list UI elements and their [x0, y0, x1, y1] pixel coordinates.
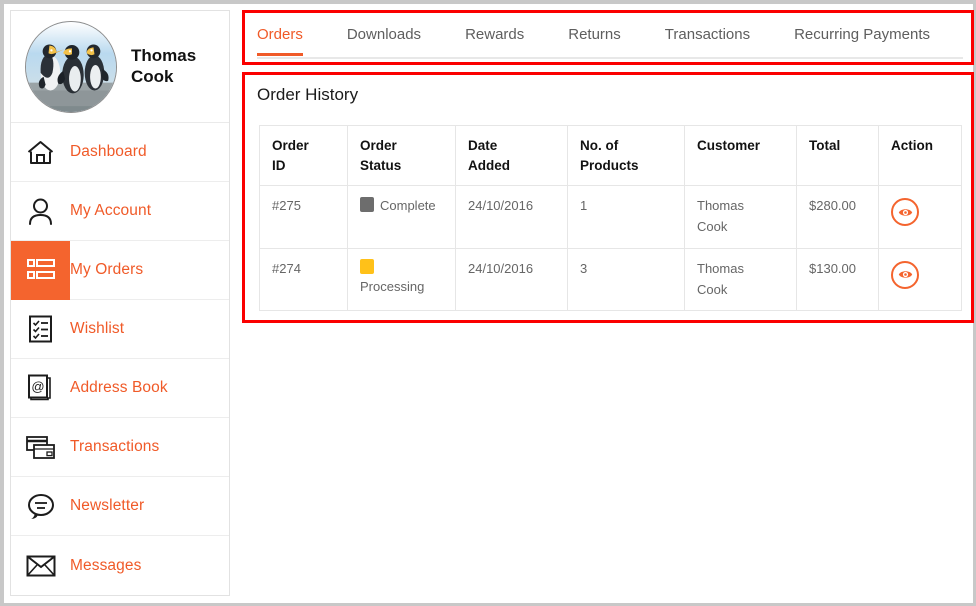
- sidebar-item-my-orders[interactable]: My Orders: [11, 240, 229, 300]
- page-title: Order History: [257, 85, 359, 104]
- envelope-icon: [11, 536, 70, 595]
- header-line-2: ID: [272, 157, 286, 173]
- sidebar-item-label: Dashboard: [70, 143, 147, 160]
- sidebar-item-label: Messages: [70, 556, 142, 574]
- table-row: #275 Complete 24/10/2016 1 Thomas Cook $…: [259, 185, 962, 249]
- column-header-order-id: Order ID: [259, 124, 348, 187]
- status-label: Processing: [360, 278, 425, 294]
- checklist-icon: [11, 300, 70, 359]
- user-icon: [11, 182, 70, 241]
- header-line-2: Status: [360, 157, 402, 173]
- status-label: Complete: [380, 198, 436, 214]
- tab-label: Downloads: [346, 26, 422, 43]
- header-line-2: Added: [468, 157, 510, 173]
- sidebar-item-label: Wishlist: [70, 320, 125, 337]
- tab-label: Rewards: [465, 26, 525, 43]
- cell-date-added: 24/10/2016: [455, 247, 568, 312]
- cell-date-added: 24/10/2016: [455, 185, 568, 249]
- svg-text:@: @: [31, 379, 44, 394]
- credit-cards-icon: [11, 418, 70, 477]
- cell-no-of-products: 1: [567, 185, 685, 249]
- sidebar-item-label: Transactions: [70, 438, 160, 455]
- profile-name: Thomas Cook: [131, 45, 197, 86]
- speech-bubble-icon: [11, 477, 70, 536]
- column-header-action: Action: [878, 124, 962, 187]
- tab-label: Orders: [257, 26, 303, 43]
- column-header-no-of-products: No. of Products: [567, 124, 685, 187]
- tabs-annotation-box: Orders Downloads Rewards Returns Transac…: [242, 10, 974, 65]
- header-line-1: Action: [891, 138, 933, 153]
- header-line-1: No. of: [580, 138, 619, 153]
- cell-order-id: #274: [259, 247, 348, 312]
- cell-no-of-products: 3: [567, 247, 685, 312]
- sidebar-item-transactions[interactable]: Transactions: [11, 418, 229, 477]
- avatar: [25, 20, 117, 113]
- view-order-button[interactable]: [891, 198, 919, 227]
- sidebar-item-address-book[interactable]: @ Address Book: [11, 359, 229, 418]
- cell-total: $130.00: [796, 247, 879, 312]
- profile-header: Thomas Cook: [11, 11, 229, 123]
- cell-action: [878, 247, 962, 312]
- sidebar-item-dashboard[interactable]: Dashboard: [11, 123, 229, 182]
- sidebar: Thomas Cook Dashboard My Account My Orde…: [10, 10, 230, 596]
- sidebar-item-my-account[interactable]: My Account: [11, 182, 229, 241]
- cell-order-status: Processing: [347, 247, 456, 312]
- customer-last-name: Cook: [697, 281, 728, 297]
- status-badge: Processing: [360, 258, 455, 298]
- tab-label: Returns: [568, 26, 621, 43]
- tab-recurring-payments[interactable]: Recurring Payments: [794, 18, 930, 54]
- status-swatch-icon: [360, 197, 374, 213]
- header-line-1: Order: [360, 138, 397, 153]
- order-history-annotation-box: Order History Order ID Order Status Date…: [242, 72, 974, 323]
- status-badge: Complete: [360, 196, 455, 217]
- sidebar-item-messages[interactable]: Messages: [11, 536, 229, 595]
- customer-first-name: Thomas: [697, 198, 744, 214]
- tab-transactions[interactable]: Transactions: [665, 18, 750, 54]
- sidebar-item-label: My Account: [70, 202, 152, 219]
- tab-rewards[interactable]: Rewards: [465, 18, 524, 54]
- account-tabs: Orders Downloads Rewards Returns Transac…: [257, 18, 963, 59]
- customer-first-name: Thomas: [697, 260, 744, 276]
- header-line-1: Order: [272, 138, 309, 153]
- column-header-date-added: Date Added: [455, 124, 568, 187]
- sidebar-item-label: My Orders: [70, 261, 144, 278]
- cell-order-status: Complete: [347, 185, 456, 249]
- view-order-button[interactable]: [891, 260, 919, 289]
- status-swatch-icon: [360, 258, 374, 274]
- sidebar-item-label: Address Book: [70, 379, 168, 396]
- cell-order-id: #275: [259, 185, 348, 249]
- address-book-icon: @: [11, 359, 70, 418]
- header-line-1: Total: [809, 138, 841, 153]
- header-line-2: Products: [580, 157, 639, 173]
- tab-orders[interactable]: Orders: [257, 18, 303, 56]
- cell-customer: Thomas Cook: [684, 247, 797, 312]
- cell-total: $280.00: [796, 185, 879, 249]
- column-header-customer: Customer: [684, 124, 797, 187]
- header-line-1: Date: [468, 138, 498, 153]
- tab-label: Transactions: [664, 26, 751, 43]
- sidebar-item-label: Newsletter: [70, 497, 145, 514]
- column-header-order-status: Order Status: [347, 124, 456, 187]
- page-root: Thomas Cook Dashboard My Account My Orde…: [0, 0, 976, 606]
- cell-customer: Thomas Cook: [684, 185, 797, 249]
- tab-downloads[interactable]: Downloads: [347, 18, 421, 54]
- sidebar-item-wishlist[interactable]: Wishlist: [11, 300, 229, 359]
- eye-icon: [898, 207, 913, 218]
- eye-icon: [898, 269, 913, 280]
- orders-list-icon: [11, 240, 70, 300]
- tab-returns[interactable]: Returns: [568, 18, 621, 54]
- table-header-row: Order ID Order Status Date Added No. of …: [259, 124, 962, 187]
- customer-last-name: Cook: [697, 218, 728, 234]
- sidebar-item-newsletter[interactable]: Newsletter: [11, 477, 229, 536]
- column-header-total: Total: [796, 124, 879, 187]
- cell-action: [878, 185, 962, 249]
- home-icon: [11, 123, 70, 182]
- tab-label: Recurring Payments: [794, 26, 930, 43]
- header-line-1: Customer: [697, 138, 761, 153]
- table-row: #274 Processing 24/10/2016 3 Thomas Cook…: [259, 247, 962, 312]
- order-history-table: Order ID Order Status Date Added No. of …: [259, 124, 962, 312]
